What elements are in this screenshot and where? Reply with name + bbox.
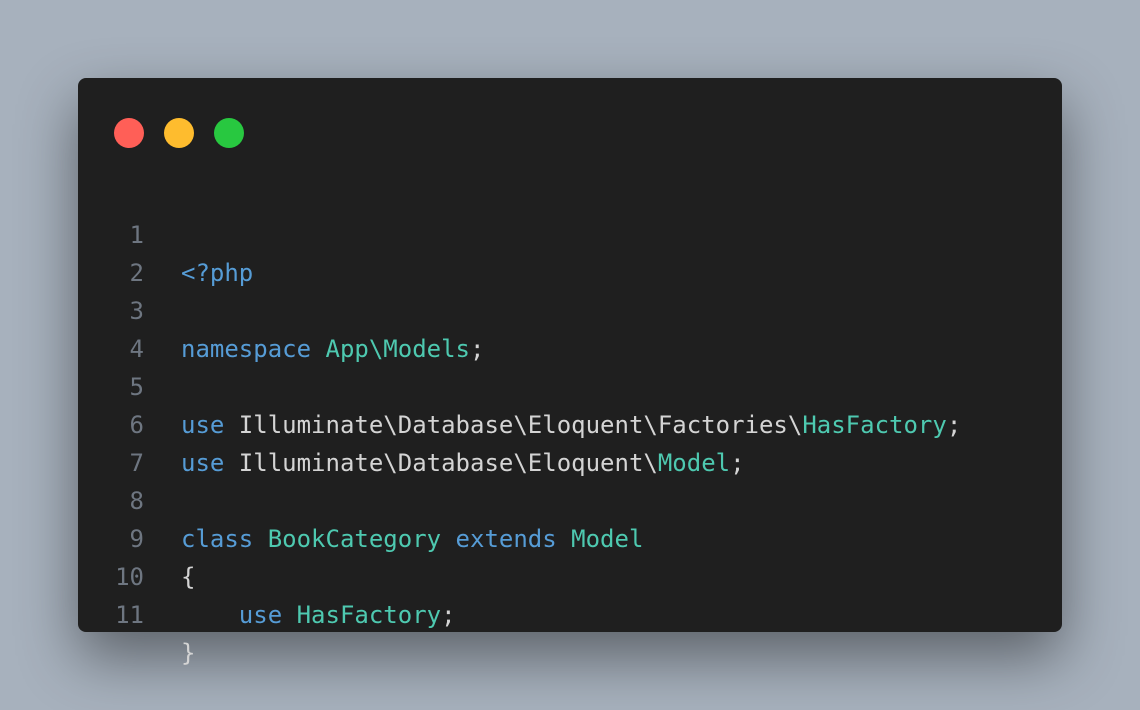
code-line: 8 class BookCategory extends Model	[78, 444, 1062, 553]
code-line: 6 use Illuminate\Database\Eloquent\Model…	[78, 368, 1062, 477]
code-line: 9 {	[78, 482, 1062, 591]
line-content: }	[181, 634, 195, 672]
maximize-button[interactable]	[214, 118, 244, 148]
code-window: 1 <?php 2 3 namespace App\Models; 4 5 us…	[78, 78, 1062, 667]
close-button[interactable]	[114, 118, 144, 148]
code-line: 4	[78, 292, 1062, 363]
code-line: 3 namespace App\Models;	[78, 254, 1062, 363]
code-token: use	[238, 601, 283, 629]
code-token: HasFactory	[296, 601, 442, 629]
code-line: 2	[78, 216, 1062, 287]
code-block: 1 <?php 2 3 namespace App\Models; 4 5 us…	[78, 178, 1062, 667]
code-line: 1 <?php	[78, 178, 1062, 287]
line-number: 11	[115, 601, 144, 629]
code-line: 10 use HasFactory;	[78, 520, 1062, 629]
code-token: }	[181, 639, 196, 667]
minimize-button[interactable]	[164, 118, 194, 148]
code-line: 5 use Illuminate\Database\Eloquent\Facto…	[78, 330, 1062, 439]
window-controls	[114, 118, 244, 148]
line-content: use HasFactory;	[181, 596, 456, 634]
code-token: ;	[441, 601, 456, 629]
code-line: 7	[78, 406, 1062, 477]
code-line: 11 }	[78, 558, 1062, 667]
